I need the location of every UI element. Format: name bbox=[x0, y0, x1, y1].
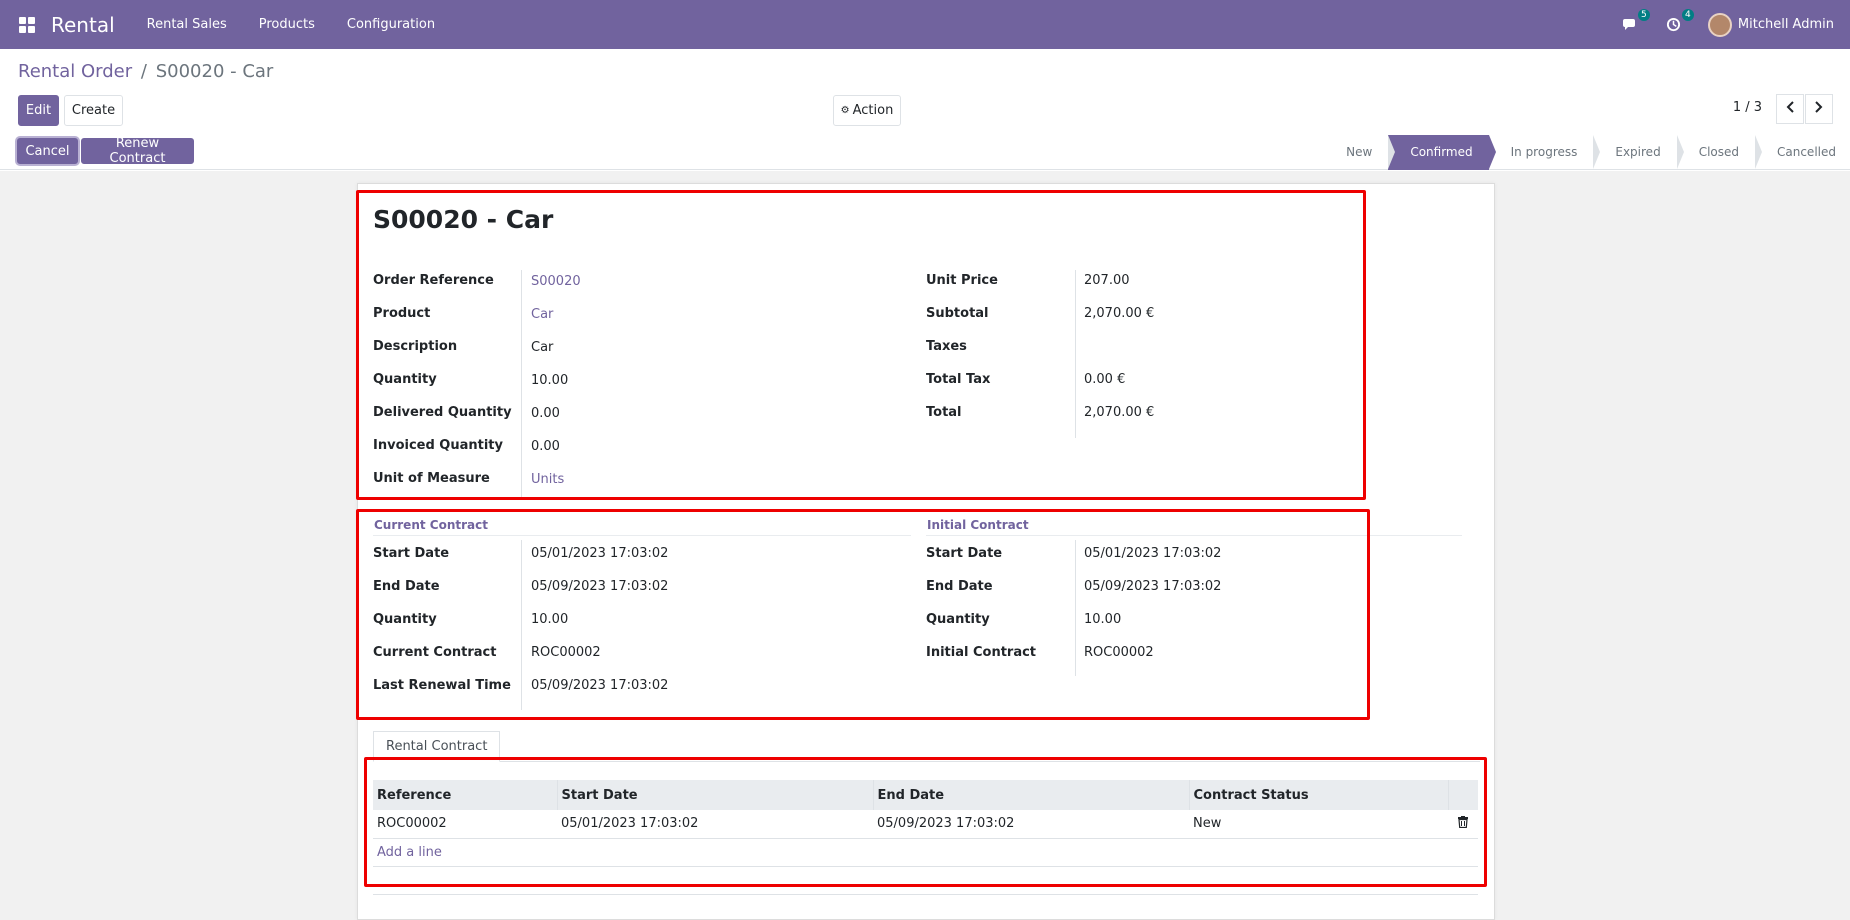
activities-badge: 4 bbox=[1681, 8, 1694, 21]
messaging-icon[interactable]: 5 bbox=[1620, 8, 1650, 35]
menu-products[interactable]: Products bbox=[259, 17, 315, 32]
stage-new[interactable]: New bbox=[1324, 135, 1396, 170]
apps-menu-icon[interactable] bbox=[19, 16, 35, 33]
breadcrumb-separator: / bbox=[140, 61, 147, 82]
user-name[interactable]: Mitchell Admin bbox=[1738, 17, 1834, 32]
top-navbar: Rental Rental Sales Products Configurati… bbox=[0, 0, 1850, 49]
action-label: Action bbox=[852, 103, 894, 118]
messages-badge: 5 bbox=[1637, 8, 1650, 21]
stage-in-progress[interactable]: In progress bbox=[1489, 135, 1601, 170]
menu-configuration[interactable]: Configuration bbox=[347, 17, 435, 32]
highlight-box-contract-lines bbox=[364, 757, 1487, 887]
create-button[interactable]: Create bbox=[64, 95, 123, 126]
renew-contract-button[interactable]: Renew Contract bbox=[81, 136, 194, 166]
pager-previous-button[interactable] bbox=[1776, 94, 1804, 124]
stage-confirmed[interactable]: Confirmed bbox=[1388, 135, 1496, 170]
chevron-left-icon bbox=[1786, 101, 1794, 117]
edit-button[interactable]: Edit bbox=[18, 95, 59, 126]
highlight-box-order-details bbox=[356, 190, 1366, 500]
menu-rental-sales[interactable]: Rental Sales bbox=[147, 17, 227, 32]
status-row: Cancel Renew Contract New Confirmed In p… bbox=[0, 135, 1850, 171]
highlight-box-contracts bbox=[356, 509, 1370, 720]
pager-next-button[interactable] bbox=[1805, 94, 1833, 124]
gear-icon: ⚙ bbox=[840, 105, 850, 116]
breadcrumb-current: S00020 - Car bbox=[155, 61, 274, 82]
stage-expired[interactable]: Expired bbox=[1593, 135, 1685, 170]
app-brand[interactable]: Rental bbox=[51, 13, 115, 37]
breadcrumb-parent[interactable]: Rental Order bbox=[18, 61, 132, 82]
stage-cancelled[interactable]: Cancelled bbox=[1755, 135, 1850, 170]
action-button[interactable]: ⚙ Action bbox=[833, 95, 901, 126]
status-bar: New Confirmed In progress Expired Closed… bbox=[1324, 135, 1850, 170]
breadcrumb: Rental Order / S00020 - Car bbox=[18, 61, 273, 82]
cancel-button[interactable]: Cancel bbox=[17, 138, 78, 164]
stage-closed[interactable]: Closed bbox=[1677, 135, 1763, 170]
chevron-right-icon bbox=[1815, 101, 1823, 117]
activity-clock-icon[interactable]: 4 bbox=[1664, 8, 1694, 35]
pager-value[interactable]: 1 / 3 bbox=[1733, 100, 1762, 115]
user-avatar[interactable] bbox=[1707, 12, 1732, 37]
